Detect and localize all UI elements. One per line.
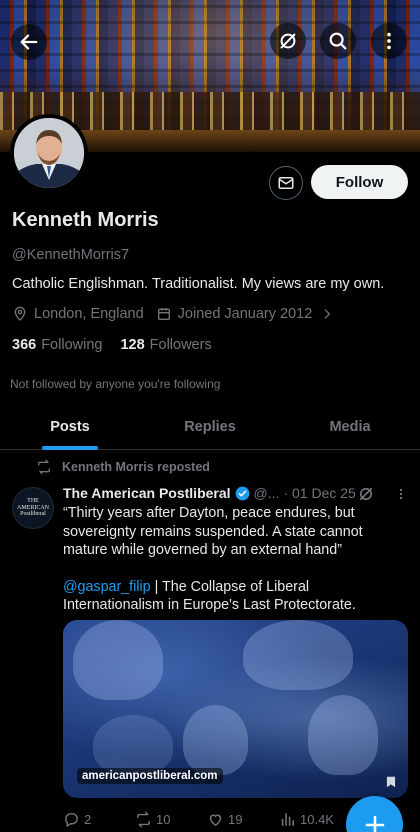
search-icon (329, 32, 347, 50)
repost-icon (38, 459, 50, 475)
message-button[interactable] (269, 166, 303, 200)
plus-icon (365, 815, 384, 832)
more-vertical-icon (387, 32, 391, 50)
heart-icon (209, 814, 222, 827)
profile-handle: @KennethMorris7 (12, 247, 130, 263)
profile-location: London, England (12, 306, 144, 322)
views-button[interactable]: 10.4K (279, 811, 351, 828)
post-author-handle[interactable]: @... (254, 485, 280, 501)
grok-button[interactable] (270, 23, 306, 59)
bookmark-icon (386, 776, 396, 788)
profile-avatar[interactable] (10, 114, 88, 192)
more-button[interactable] (371, 23, 407, 59)
following-count[interactable]: 366 (12, 337, 36, 353)
repost-indicator: Kenneth Morris reposted (36, 459, 210, 475)
analytics-icon (281, 813, 294, 826)
profile-joined[interactable]: Joined January 2012 (156, 306, 343, 322)
following-label[interactable]: Following (41, 337, 102, 353)
verified-badge-icon (235, 486, 250, 501)
post-media-card[interactable]: americanpostliberal.com (63, 620, 408, 798)
followers-count[interactable]: 128 (120, 337, 144, 353)
profile-counts: 366 Following 128 Followers (12, 337, 230, 353)
reply-button[interactable]: 2 (63, 811, 135, 828)
tab-posts[interactable]: Posts (0, 404, 140, 449)
profile-meta: London, England Joined January 2012 (12, 306, 354, 322)
like-button[interactable]: 19 (207, 811, 279, 828)
not-followed-note: Not followed by anyone you're following (10, 377, 221, 391)
arrow-left-icon (20, 34, 38, 50)
post-body: “Thirty years after Dayton, peace endure… (63, 504, 408, 615)
post-author-avatar[interactable]: THE AMERICAN Postliberal (12, 487, 54, 529)
tab-media[interactable]: Media (280, 404, 420, 449)
post-text-link: @gaspar_filip | The Collapse of Liberal … (63, 578, 356, 614)
compose-post-button[interactable] (346, 796, 403, 832)
post-text-main: “Thirty years after Dayton, peace endure… (63, 505, 363, 558)
post-author-name[interactable]: The American Postliberal (63, 485, 231, 501)
post-date[interactable]: · 01 Dec 25 (283, 485, 355, 501)
profile-tabs: Posts Replies Media (0, 404, 420, 450)
profile-bio: Catholic Englishman. Traditionalist. My … (12, 276, 385, 292)
grok-icon (280, 33, 296, 49)
back-button[interactable] (11, 24, 47, 60)
location-pin-icon (12, 306, 28, 322)
avatar-portrait (14, 118, 84, 188)
media-caption: americanpostliberal.com (77, 768, 223, 784)
post-more-icon[interactable] (394, 486, 408, 502)
reply-icon (65, 813, 78, 828)
chevron-right-icon (320, 306, 336, 322)
grok-icon[interactable] (357, 485, 375, 503)
tab-replies[interactable]: Replies (140, 404, 280, 449)
profile-name: Kenneth Morris (12, 209, 159, 231)
post-actions: 2 10 19 10.4K (63, 811, 363, 828)
repost-icon (137, 811, 150, 828)
mail-icon (278, 177, 294, 189)
follow-button[interactable]: Follow (311, 165, 408, 199)
post-mention-link[interactable]: @gaspar_filip (63, 579, 151, 595)
calendar-icon (156, 306, 172, 322)
search-button[interactable] (320, 23, 356, 59)
repost-button[interactable]: 10 (135, 811, 207, 828)
followers-label[interactable]: Followers (150, 337, 212, 353)
